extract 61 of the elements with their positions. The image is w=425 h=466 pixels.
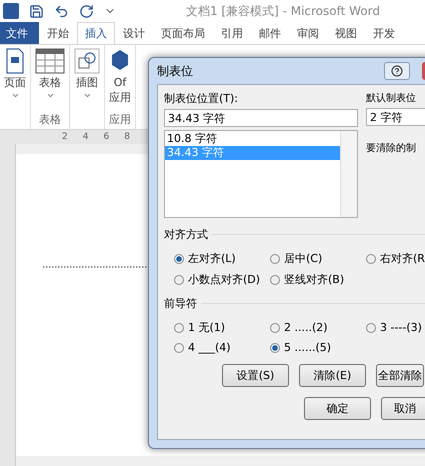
radio-button[interactable] [270, 254, 280, 264]
group-label: 应用 [109, 112, 131, 127]
radio-option[interactable]: 居中(C) [270, 251, 366, 266]
list-item[interactable]: 10.8 字符 [165, 132, 340, 146]
ribbon-button-label[interactable]: 表格 [39, 76, 61, 89]
dialog-button[interactable]: 确定 [304, 397, 371, 420]
radio-button[interactable] [174, 322, 184, 332]
undo-icon[interactable] [54, 4, 69, 18]
ruler-number: 4 [82, 132, 88, 142]
dialog-button[interactable]: 清除(E) [299, 364, 366, 387]
redo-icon[interactable] [79, 4, 94, 18]
radio-option[interactable]: 4 ___(4) [174, 341, 270, 354]
ruler-number: 8 [124, 132, 130, 142]
shapes-icon [74, 48, 100, 74]
field-label: 默认制表位 [366, 92, 417, 105]
ribbon-button-label[interactable]: Of [114, 76, 126, 89]
window-title: 文档1 [兼容模式] - Microsoft Word [186, 2, 380, 20]
radio-option[interactable]: 右对齐(R [366, 251, 425, 266]
ribbon-button-label[interactable]: 插图 [76, 76, 98, 89]
radio-button[interactable] [366, 254, 376, 264]
radio-option[interactable]: 5 ......(5) [270, 341, 366, 354]
dialog-button[interactable]: 取消 [381, 397, 425, 420]
scrollbar[interactable] [340, 131, 357, 217]
ribbon-tab[interactable]: 插入 [77, 22, 115, 44]
radio-option[interactable]: 2 .....(2) [270, 320, 366, 335]
radio-button[interactable] [174, 342, 184, 352]
radio-option[interactable]: 竖线对齐(B) [270, 272, 366, 287]
clear-label: 要清除的制 [366, 142, 417, 155]
radio-option[interactable]: 3 ----(3) [366, 320, 425, 335]
table-icon [35, 48, 65, 74]
section-title: 对齐方式 [164, 227, 208, 242]
section-title: 前导符 [164, 296, 197, 311]
field-label: 制表位位置(T): [164, 91, 240, 106]
help-icon [391, 65, 403, 77]
save-icon[interactable] [29, 4, 44, 18]
default-tab-field[interactable]: 2 字符 [366, 108, 425, 126]
dialog-button[interactable]: 全部清除 [376, 364, 424, 387]
ruler-number: 6 [103, 132, 110, 142]
caret-icon[interactable] [10, 91, 20, 100]
radio-option[interactable]: 1 无(1) [174, 320, 270, 335]
radio-button[interactable] [270, 322, 280, 332]
dialog-title: 制表位 [157, 62, 193, 80]
file-tab[interactable]: 文件 [0, 22, 39, 44]
page-icon [5, 48, 25, 74]
radio-button[interactable] [174, 254, 184, 264]
ruler-number: 2 [62, 132, 68, 142]
caret-icon[interactable] [46, 91, 54, 100]
dialog-button[interactable]: 设置(S) [222, 364, 289, 387]
radio-option[interactable]: 小数点对齐(D) [174, 272, 270, 287]
radio-button[interactable] [174, 274, 184, 284]
radio-button[interactable] [270, 274, 280, 284]
tab-stop-list[interactable]: 10.8 字符 34.43 字符 [164, 130, 358, 218]
tab-position-field[interactable]: 34.43 字符 [164, 109, 358, 127]
group-label: 表格 [39, 112, 61, 127]
ribbon-button-label[interactable]: 页面 [4, 76, 26, 89]
radio-option[interactable]: 左对齐(L) [174, 251, 270, 266]
radio-button[interactable] [270, 342, 280, 352]
ribbon-button-label[interactable]: 应用 [109, 91, 131, 104]
caret-icon[interactable] [82, 91, 92, 100]
radio-button[interactable] [366, 322, 376, 332]
help-button[interactable] [384, 62, 410, 80]
